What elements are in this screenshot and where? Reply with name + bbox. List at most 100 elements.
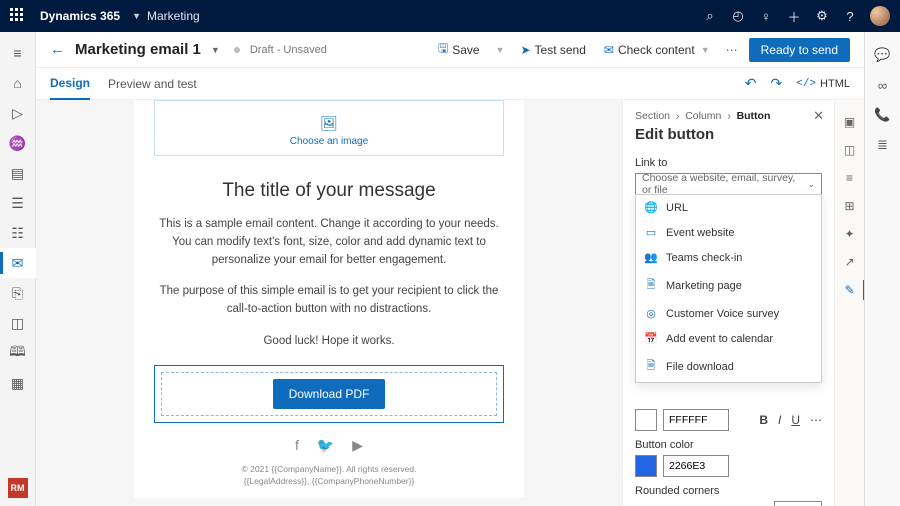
properties-panel: ✕ Section › Column › Button Edit button …	[622, 100, 834, 506]
close-panel-icon[interactable]: ✕	[813, 108, 824, 124]
sections-tab-icon[interactable]: ◫	[835, 136, 865, 164]
test-send-button[interactable]: ➤Test send	[516, 40, 589, 60]
rounded-input[interactable]: 4px ▲▼	[774, 501, 822, 506]
save-split[interactable]: ▼	[494, 45, 507, 55]
preview-tab-icon[interactable]: ↗	[835, 248, 865, 276]
crumb-section[interactable]: Section	[635, 110, 670, 122]
option-label: Add event to calendar	[666, 333, 773, 345]
email-icon[interactable]: ✉	[0, 248, 36, 278]
app-launcher-icon[interactable]	[10, 8, 26, 24]
global-header: Dynamics 365 ▼ Marketing ⌕ ◴ ♀ ＋ ⚙ ?	[0, 0, 900, 32]
settings-icon[interactable]: ⚙	[808, 8, 836, 24]
image-placeholder[interactable]: 🖼 Choose an image	[154, 100, 504, 156]
tab-preview[interactable]: Preview and test	[108, 68, 197, 100]
italic-button[interactable]: I	[778, 413, 781, 427]
option-add-event[interactable]: 📅Add event to calendar	[636, 326, 821, 351]
library-icon[interactable]: 🕮	[0, 338, 36, 368]
option-teams-checkin[interactable]: 👥Teams check-in	[636, 245, 821, 270]
facebook-icon[interactable]: f	[295, 437, 299, 454]
font-color-input[interactable]	[663, 409, 729, 431]
underline-button[interactable]: U	[791, 413, 800, 427]
check-content-button[interactable]: ✉Check content▼	[600, 40, 716, 60]
layout-tab-icon[interactable]: ⊞	[835, 192, 865, 220]
chat-icon[interactable]: 💬	[865, 40, 900, 70]
bold-button[interactable]: B	[759, 413, 768, 427]
area-switcher[interactable]: RM	[8, 478, 28, 498]
menu-icon[interactable]: ≡	[0, 38, 36, 68]
styles-tab-icon[interactable]: ≡	[835, 164, 865, 192]
email-body-2[interactable]: The purpose of this simple email is to g…	[154, 283, 504, 319]
email-body-3[interactable]: Good luck! Hope it works.	[154, 333, 504, 351]
option-file-download[interactable]: 🗎File download	[636, 351, 821, 382]
cta-button[interactable]: Download PDF	[273, 379, 386, 409]
email-body-1[interactable]: This is a sample email content. Change i…	[154, 216, 504, 269]
send-icon: ➤	[520, 43, 530, 57]
email-title[interactable]: The title of your message	[154, 180, 504, 202]
phone-icon[interactable]: 📞	[865, 100, 900, 130]
footer-copyright: © 2021 {{CompanyName}}. All rights reser…	[154, 464, 504, 476]
elements-tab-icon[interactable]: ▣	[835, 108, 865, 136]
footer-address: {{LegalAddress}}, {{CompanyPhoneNumber}}	[154, 476, 504, 488]
calendar-icon[interactable]: ☷	[0, 218, 36, 248]
font-color-swatch[interactable]	[635, 409, 657, 431]
home-icon[interactable]: ⌂	[0, 68, 36, 98]
flow-icon[interactable]: ☰	[0, 188, 36, 218]
email-canvas[interactable]: 🖼 Choose an image The title of your mess…	[36, 100, 622, 506]
option-label: Teams check-in	[666, 252, 742, 264]
save-icon: 🖫	[438, 39, 448, 60]
cta-selection[interactable]: Download PDF	[154, 365, 504, 423]
back-button[interactable]: ←	[50, 41, 65, 58]
add-icon[interactable]: ＋	[780, 7, 808, 26]
segment-icon[interactable]: ▤	[0, 158, 36, 188]
crumb-column[interactable]: Column	[685, 110, 721, 122]
undo-button[interactable]: ↶	[745, 75, 757, 92]
window-icon: ▭	[644, 226, 658, 239]
save-label: Save	[452, 43, 479, 57]
option-customer-voice[interactable]: ◎Customer Voice survey	[636, 301, 821, 326]
tab-bar: Design Preview and test ↶ ↷ HTML	[36, 68, 864, 100]
tab-design[interactable]: Design	[50, 68, 90, 100]
link-to-placeholder: Choose a website, email, survey, or file	[642, 172, 807, 196]
search-icon[interactable]: ⌕	[696, 8, 724, 24]
play-icon[interactable]: ▷	[0, 98, 36, 128]
check-icon: ✉	[604, 43, 614, 57]
html-toggle[interactable]: HTML	[796, 78, 850, 90]
check-split[interactable]: ▼	[699, 45, 712, 55]
idea-icon[interactable]: ♀	[752, 9, 780, 24]
more-button[interactable]: ⋯	[726, 43, 739, 57]
activity-icon[interactable]: ◫	[0, 308, 36, 338]
email-footer[interactable]: © 2021 {{CompanyName}}. All rights reser…	[154, 464, 504, 488]
button-color-input[interactable]	[663, 455, 729, 477]
left-sitemap: ≡ ⌂ ▷ ♒ ▤ ☰ ☷ ✉ ⎘ ◫ 🕮 ▦ RM	[0, 32, 36, 506]
link-to-select[interactable]: Choose a website, email, survey, or file…	[635, 173, 822, 195]
right-rail: 💬 ∞ 📞 ≣	[864, 32, 900, 506]
task-icon[interactable]: ◴	[724, 8, 752, 24]
save-button[interactable]: 🖫 Save	[434, 36, 484, 63]
chevron-down-icon[interactable]: ▼	[211, 45, 220, 55]
help-icon[interactable]: ?	[836, 9, 864, 24]
edit-tab-icon[interactable]: ✎	[835, 276, 865, 304]
grid-icon[interactable]: ▦	[0, 368, 36, 398]
journeys-icon[interactable]: ♒	[0, 128, 36, 158]
more-format-button[interactable]: ⋯	[810, 413, 822, 427]
panel-breadcrumb: Section › Column › Button	[635, 110, 822, 122]
option-url[interactable]: 🌐URL	[636, 195, 821, 220]
crumb-button: Button	[737, 110, 771, 122]
twitter-icon[interactable]: 🐦	[317, 437, 334, 454]
template-icon[interactable]: ⎘	[0, 278, 36, 308]
product-name[interactable]: Dynamics 365	[40, 9, 120, 23]
ready-to-send-button[interactable]: Ready to send	[749, 38, 850, 62]
image-placeholder-label: Choose an image	[290, 136, 368, 147]
button-color-swatch[interactable]	[635, 455, 657, 477]
youtube-icon[interactable]: ▶	[352, 437, 363, 454]
link-icon[interactable]: ∞	[865, 70, 900, 100]
user-avatar[interactable]	[870, 6, 890, 26]
link-to-dropdown: 🌐URL ▭Event website 👥Teams check-in 🗎Mar…	[635, 194, 822, 383]
redo-button[interactable]: ↷	[771, 75, 783, 92]
area-name[interactable]: Marketing	[147, 9, 200, 23]
list-icon[interactable]: ≣	[865, 130, 900, 160]
rounded-label: Rounded corners	[635, 485, 822, 497]
option-event-website[interactable]: ▭Event website	[636, 220, 821, 245]
option-marketing-page[interactable]: 🗎Marketing page	[636, 270, 821, 301]
ai-tab-icon[interactable]: ✦	[835, 220, 865, 248]
